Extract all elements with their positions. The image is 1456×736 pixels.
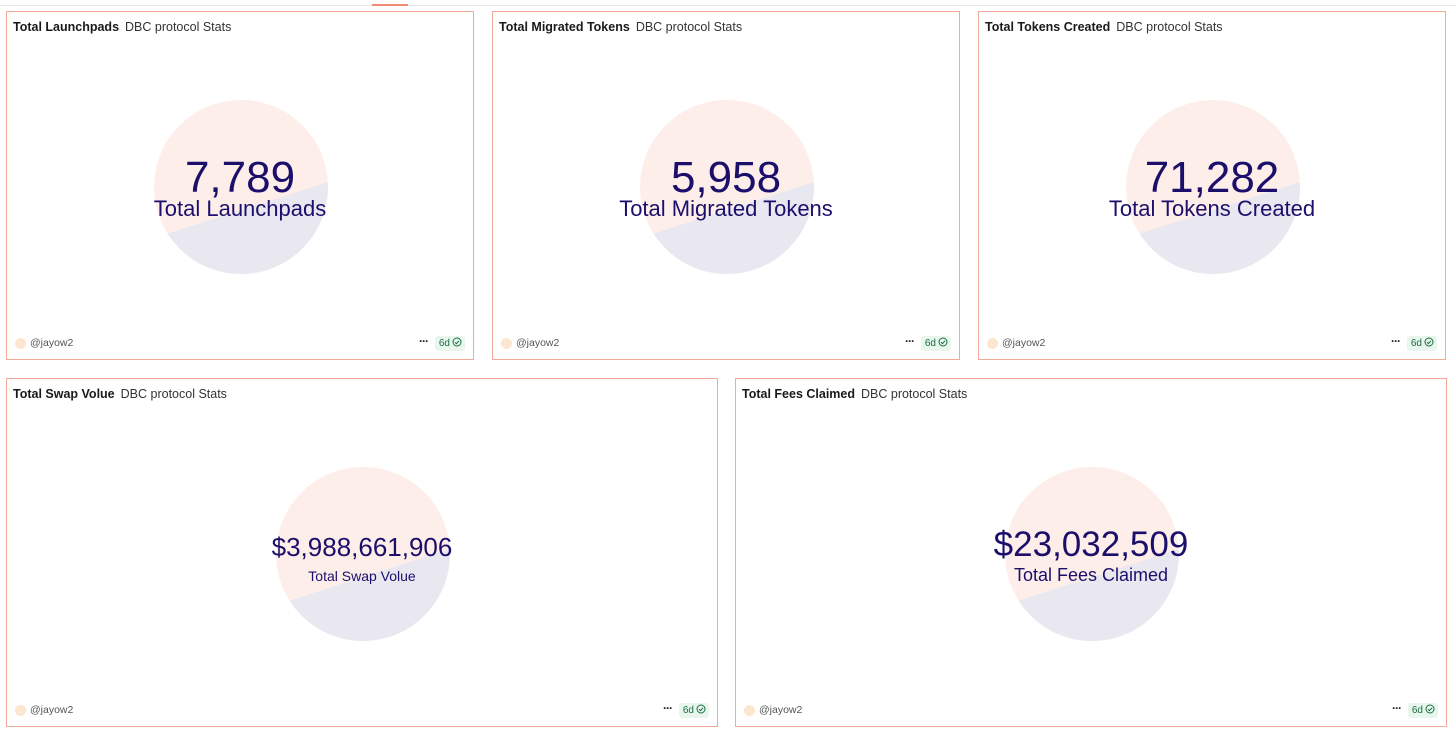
counter-visual: 71,282 Total Tokens Created bbox=[979, 12, 1445, 359]
active-tab-indicator bbox=[372, 4, 408, 6]
stat-card-total-migrated-tokens: Total Migrated Tokens DBC protocol Stats … bbox=[492, 11, 960, 360]
avatar-icon[interactable] bbox=[15, 338, 26, 349]
more-icon[interactable]: ··· bbox=[1392, 701, 1402, 715]
card-footer: @jayow2 ··· 6d bbox=[15, 334, 465, 352]
stat-label: Total Launchpads bbox=[153, 196, 327, 221]
card-footer: @jayow2 ··· 6d bbox=[15, 701, 709, 719]
age-text: 6d bbox=[438, 338, 450, 349]
author-link[interactable]: @jayow2 bbox=[1002, 337, 1045, 349]
more-icon[interactable]: ··· bbox=[1391, 334, 1401, 348]
age-text: 6d bbox=[924, 338, 936, 349]
counter-visual: 7,789 Total Launchpads bbox=[7, 12, 473, 359]
stat-card-total-tokens-created: Total Tokens Created DBC protocol Stats 7… bbox=[978, 11, 1446, 360]
age-badge[interactable]: 6d bbox=[434, 336, 465, 351]
stat-label: Total Fees Claimed bbox=[1013, 565, 1169, 585]
stat-value: $23,032,509 bbox=[993, 525, 1189, 564]
check-circle-icon bbox=[452, 337, 462, 347]
avatar-icon[interactable] bbox=[501, 338, 512, 349]
stat-label: Total Migrated Tokens bbox=[619, 196, 833, 221]
age-text: 6d bbox=[1411, 705, 1423, 716]
card-footer: @jayow2 ··· 6d bbox=[501, 334, 951, 352]
avatar-icon[interactable] bbox=[15, 705, 26, 716]
card-footer: @jayow2 ··· 6d bbox=[987, 334, 1437, 352]
age-badge[interactable]: 6d bbox=[1407, 703, 1438, 718]
stat-label: Total Tokens Created bbox=[1108, 196, 1316, 221]
stat-card-total-launchpads: Total Launchpads DBC protocol Stats 7,789… bbox=[6, 11, 474, 360]
more-icon[interactable]: ··· bbox=[663, 701, 673, 715]
check-circle-icon bbox=[938, 337, 948, 347]
age-badge[interactable]: 6d bbox=[678, 703, 709, 718]
stat-card-total-swap-volume: Total Swap Volue DBC protocol Stats $3,98… bbox=[6, 378, 718, 727]
check-circle-icon bbox=[696, 704, 706, 714]
counter-visual: $3,988,661,906 Total Swap Volue bbox=[7, 379, 717, 726]
stat-card-total-fees-claimed: Total Fees Claimed DBC protocol Stats $23… bbox=[735, 378, 1447, 727]
age-text: 6d bbox=[1410, 338, 1422, 349]
avatar-icon[interactable] bbox=[744, 705, 755, 716]
author-link[interactable]: @jayow2 bbox=[30, 337, 73, 349]
age-text: 6d bbox=[682, 705, 694, 716]
card-footer: @jayow2 ··· 6d bbox=[744, 701, 1438, 719]
avatar-icon[interactable] bbox=[987, 338, 998, 349]
stat-label: Total Swap Volue bbox=[308, 568, 416, 584]
counter-visual: $23,032,509 Total Fees Claimed bbox=[736, 379, 1446, 726]
age-badge[interactable]: 6d bbox=[1406, 336, 1437, 351]
more-icon[interactable]: ··· bbox=[905, 334, 915, 348]
author-link[interactable]: @jayow2 bbox=[759, 704, 802, 716]
top-divider bbox=[0, 5, 1456, 6]
check-circle-icon bbox=[1424, 337, 1434, 347]
more-icon[interactable]: ··· bbox=[419, 334, 429, 348]
check-circle-icon bbox=[1425, 704, 1435, 714]
counter-visual: 5,958 Total Migrated Tokens bbox=[493, 12, 959, 359]
author-link[interactable]: @jayow2 bbox=[30, 704, 73, 716]
stat-value: $3,988,661,906 bbox=[271, 532, 453, 562]
author-link[interactable]: @jayow2 bbox=[516, 337, 559, 349]
age-badge[interactable]: 6d bbox=[920, 336, 951, 351]
